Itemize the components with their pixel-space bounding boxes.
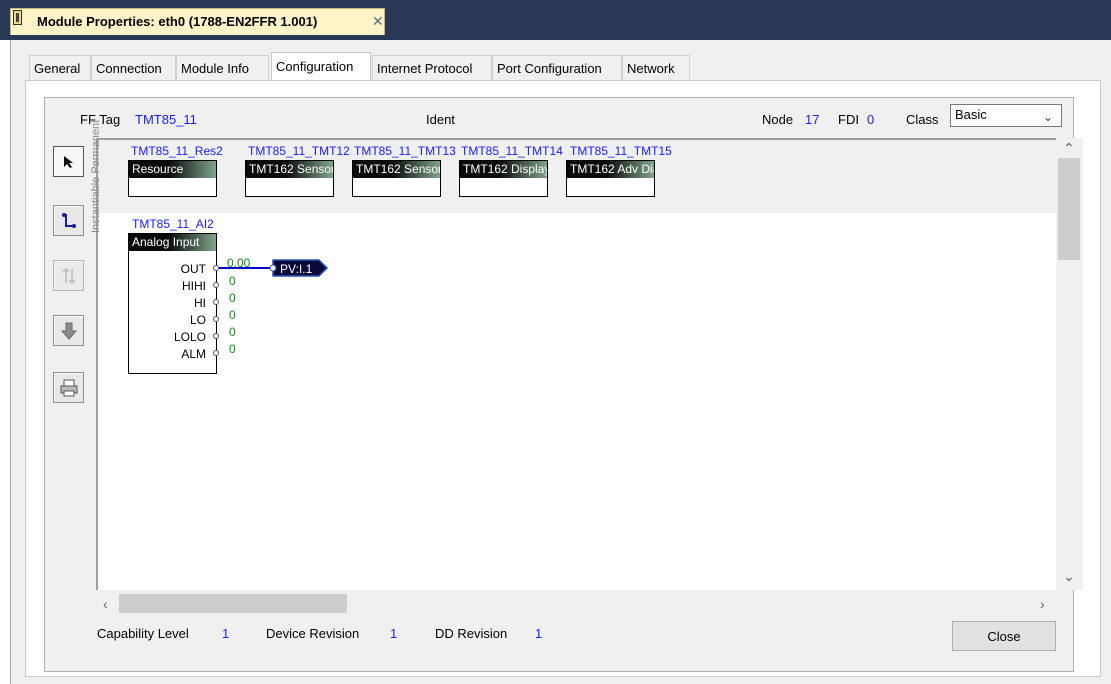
diagnostic-block[interactable]: TMT162 Adv Diag xyxy=(566,160,655,197)
device-revision-label: Device Revision xyxy=(266,626,360,641)
tab-label: Module Info xyxy=(181,61,249,76)
pin-label: LOLO xyxy=(173,330,206,344)
reorder-button[interactable] xyxy=(53,260,84,291)
tab-internet-protocol[interactable]: Internet Protocol xyxy=(372,55,492,80)
chevron-down-icon[interactable]: ⌄ xyxy=(1043,110,1053,124)
close-button[interactable]: Close xyxy=(952,621,1056,651)
tab-label: Port Configuration xyxy=(497,61,602,76)
download-arrow-icon xyxy=(60,322,77,340)
output-tag: PV:I.1 xyxy=(280,262,313,276)
display-block[interactable]: TMT162 Display xyxy=(459,160,548,197)
class-selected-value: Basic xyxy=(955,107,987,122)
output-pin[interactable] xyxy=(213,316,219,322)
pin-value: 0 xyxy=(229,342,236,356)
ai-block-name: Analog Input xyxy=(129,234,216,251)
horizontal-scroll-thumb[interactable] xyxy=(119,594,347,613)
dd-revision-label: DD Revision xyxy=(435,626,508,641)
tab-label: Internet Protocol xyxy=(377,61,473,76)
capability-level-label: Capability Level xyxy=(97,626,189,641)
pin-label: ALM xyxy=(181,347,206,361)
transducer-block[interactable]: TMT162 Sensor xyxy=(352,160,441,197)
pin-value: 0 xyxy=(229,325,236,339)
close-button-label: Close xyxy=(987,629,1021,644)
wire-connect-icon xyxy=(61,212,76,228)
resource-block[interactable]: Resource xyxy=(128,160,217,197)
side-label: Instantiable Permanent xyxy=(90,119,102,233)
node-label: Node xyxy=(762,112,794,127)
node-value: 17 xyxy=(805,112,820,127)
select-tool-button[interactable] xyxy=(53,146,84,177)
pin-label: HIHI xyxy=(182,279,206,293)
fdi-label: FDI xyxy=(838,112,859,127)
block-tag: TMT85_11_TMT13 xyxy=(354,144,456,158)
scroll-right-icon[interactable]: › xyxy=(1040,596,1045,612)
tab-label: General xyxy=(34,61,81,76)
tab-label: Connection xyxy=(96,61,162,76)
block-name: TMT162 Sensor xyxy=(246,161,333,178)
tab-module-info[interactable]: Module Info xyxy=(176,55,269,80)
tab-label: Configuration xyxy=(276,59,354,74)
block-name: Resource xyxy=(129,161,216,178)
block-tag: TMT85_11_Res2 xyxy=(131,144,223,158)
select-arrow-icon xyxy=(63,155,73,168)
tab-network[interactable]: Network xyxy=(622,55,690,80)
scroll-up-icon[interactable]: ⌃ xyxy=(1063,140,1075,157)
pin-value: 0 xyxy=(229,291,236,305)
tab-label: Network xyxy=(627,61,675,76)
device-revision-value: 1 xyxy=(390,626,398,641)
tab-general[interactable]: General xyxy=(29,55,91,80)
print-button[interactable] xyxy=(53,372,84,403)
pin-label: LO xyxy=(189,313,206,327)
close-tab-icon[interactable]: ✕ xyxy=(372,13,384,30)
block-name: TMT162 Sensor xyxy=(353,161,440,178)
block-tag: TMT85_11_TMT15 xyxy=(570,144,672,158)
class-label: Class xyxy=(906,112,939,127)
tab-port-configuration[interactable]: Port Configuration xyxy=(492,55,622,80)
document-tab[interactable]: Module Properties: eth0 (1788-EN2FFR 1.0… xyxy=(10,8,385,35)
pin-value: 0 xyxy=(229,308,236,322)
download-button[interactable] xyxy=(53,315,84,346)
ai-block-tag: TMT85_11_AI2 xyxy=(132,217,214,231)
vertical-scroll-thumb[interactable] xyxy=(1058,158,1080,260)
scroll-left-icon[interactable]: ‹ xyxy=(103,596,108,612)
output-pin[interactable] xyxy=(213,282,219,288)
pin-label: OUT xyxy=(180,262,206,276)
capability-level-value: 1 xyxy=(222,626,230,641)
document-title: Module Properties: eth0 (1788-EN2FFR 1.0… xyxy=(37,14,318,29)
dd-revision-value: 1 xyxy=(535,626,543,641)
module-icon xyxy=(13,10,22,25)
tab-connection[interactable]: Connection xyxy=(91,55,176,80)
block-name: TMT162 Display xyxy=(460,161,547,178)
ident-label: Ident xyxy=(426,112,455,127)
output-pin[interactable] xyxy=(213,350,219,356)
tab-configuration[interactable]: Configuration xyxy=(271,52,371,81)
ff-tag-value: TMT85_11 xyxy=(135,112,197,127)
fdi-value: 0 xyxy=(867,112,875,127)
wire-tool-button[interactable] xyxy=(53,205,84,236)
output-pin[interactable] xyxy=(213,299,219,305)
block-tag: TMT85_11_TMT14 xyxy=(461,144,563,158)
block-name: TMT162 Adv Diag xyxy=(567,161,654,178)
output-pin[interactable] xyxy=(213,333,219,339)
transducer-block[interactable]: TMT162 Sensor xyxy=(245,160,334,197)
scroll-down-icon[interactable]: ⌄ xyxy=(1063,568,1075,585)
block-tag: TMT85_11_TMT12 xyxy=(248,144,350,158)
reorder-icon xyxy=(61,267,76,284)
pin-label: HI xyxy=(194,296,206,310)
print-icon xyxy=(60,379,77,396)
